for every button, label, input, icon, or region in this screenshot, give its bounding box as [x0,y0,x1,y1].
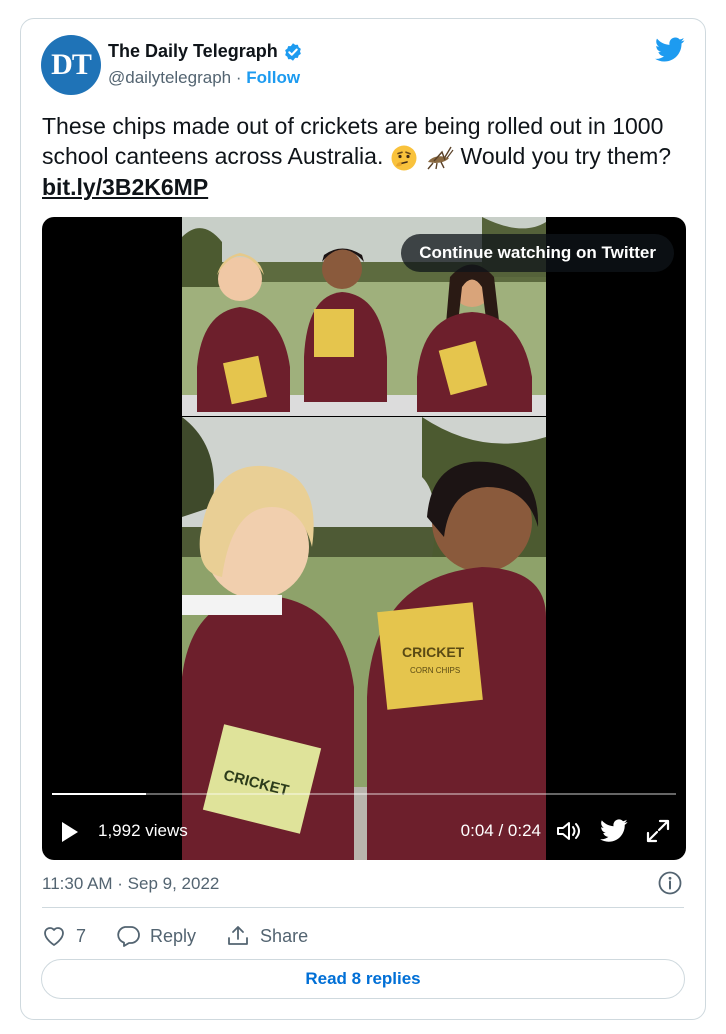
play-icon[interactable] [62,822,78,842]
author-display-name[interactable]: The Daily Telegraph [108,41,278,62]
video-player[interactable]: CRICKET CRICKET CORN CHIPS Continue watc… [42,217,686,860]
view-count: 1,992 views [98,821,188,840]
share-button[interactable]: Share [226,925,308,947]
cricket-emoji [427,146,454,170]
thinking-face-emoji [391,145,417,171]
author-handle-row: @dailytelegraph · Follow [108,68,300,88]
divider [42,907,684,908]
reply-button[interactable]: Reply [116,925,196,947]
tweet-text: These chips made out of crickets are bei… [42,111,682,202]
info-icon[interactable] [657,870,683,896]
chip-bag-sublabel-right: CORN CHIPS [410,666,460,675]
share-icon [228,926,248,945]
tweet-timestamp[interactable]: 11:30 AM · Sep 9, 2022 [42,874,219,894]
handle-separator: · [235,68,242,87]
chip-bag-label-right: CRICKET [402,644,465,660]
reply-bubble-icon [117,926,140,947]
author-name-row: The Daily Telegraph [108,41,303,62]
tweet-card: DT The Daily Telegraph @dailytelegraph ·… [20,18,706,1020]
like-button[interactable]: 7 [42,925,86,947]
tweet-link[interactable]: bit.ly/3B2K6MP [42,174,208,200]
read-replies-button[interactable]: Read 8 replies [41,959,685,999]
avatar-initials: DT [51,48,92,81]
twitter-bird-icon-video[interactable] [600,817,628,845]
share-label: Share [260,925,309,946]
video-progress-bar[interactable] [52,793,676,795]
twitter-bird-icon[interactable] [655,37,685,63]
reply-label: Reply [150,925,197,946]
video-controls: 1,992 views 0:04 / 0:24 [42,813,686,853]
avatar[interactable]: DT [41,35,101,95]
tweet-body-continued: Would you try them? [460,143,672,169]
like-count: 7 [76,925,87,946]
tweet-actions: 7 Reply Share [42,921,338,951]
volume-icon[interactable] [554,817,582,845]
continue-watching-button[interactable]: Continue watching on Twitter [401,234,674,272]
fullscreen-icon[interactable] [644,817,672,845]
video-time: 0:04 / 0:24 [460,821,541,840]
verified-badge-icon [284,42,301,61]
follow-button[interactable]: Follow [246,68,300,87]
video-progress-fill [52,793,146,795]
author-handle[interactable]: @dailytelegraph [108,68,231,87]
heart-icon [44,927,64,946]
